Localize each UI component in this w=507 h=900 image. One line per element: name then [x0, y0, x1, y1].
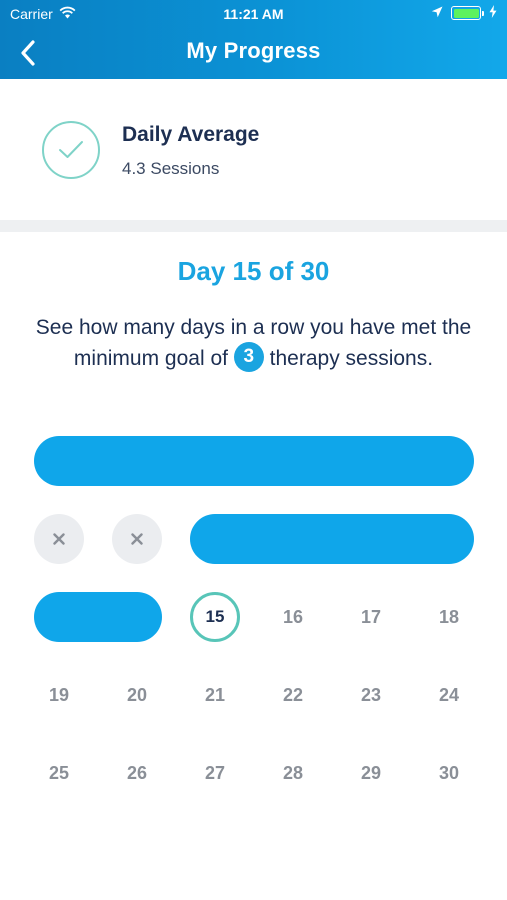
calendar-day: 22: [282, 684, 304, 705]
streak-bar: [34, 592, 162, 642]
status-bar: Carrier 11:21 AM: [0, 0, 507, 28]
status-right-group: [431, 5, 497, 21]
calendar-day: 26: [126, 762, 148, 783]
daily-average-card: Daily Average 4.3 Sessions: [0, 79, 507, 220]
battery-level: [453, 8, 479, 18]
progress-day-title: Day 15 of 30: [177, 256, 330, 286]
streak-bar: [34, 436, 474, 486]
lightning-icon: [489, 5, 497, 21]
check-icon: [42, 121, 100, 179]
x-icon: [131, 533, 143, 545]
calendar-day: 17: [360, 606, 382, 627]
description-text-end: therapy sessions.: [269, 347, 434, 370]
calendar-day: 21: [204, 684, 226, 705]
calendar-day: 16: [282, 606, 304, 627]
goal-badge: 3: [233, 342, 264, 373]
calendar-day: 30: [438, 762, 460, 783]
calendar-day: 27: [204, 762, 226, 783]
streak-bar: [190, 514, 474, 564]
battery-icon: [451, 6, 484, 20]
daily-average-title: Daily Average: [122, 123, 260, 146]
today-day[interactable]: 15: [190, 592, 240, 642]
missed-day: [112, 514, 162, 564]
calendar-day: 20: [126, 684, 148, 705]
page-title: My Progress: [186, 38, 321, 63]
calendar-day: 23: [360, 684, 382, 705]
missed-day: [34, 514, 84, 564]
progress-description: See how many days in a row you have met …: [20, 312, 487, 374]
calendar-day: 25: [48, 762, 70, 783]
calendar-day: 19: [48, 684, 70, 705]
section-divider: [0, 220, 507, 232]
app-header: Carrier 11:21 AM My Progress: [0, 0, 507, 79]
x-icon: [53, 533, 65, 545]
location-arrow-icon: [431, 5, 443, 21]
navigation-bar: My Progress: [0, 28, 507, 79]
calendar-day: 29: [360, 762, 382, 783]
daily-average-value: 4.3 Sessions: [122, 159, 220, 178]
calendar-day: 24: [438, 684, 460, 705]
calendar-day: 18: [438, 606, 460, 627]
calendar-day: 28: [282, 762, 304, 783]
